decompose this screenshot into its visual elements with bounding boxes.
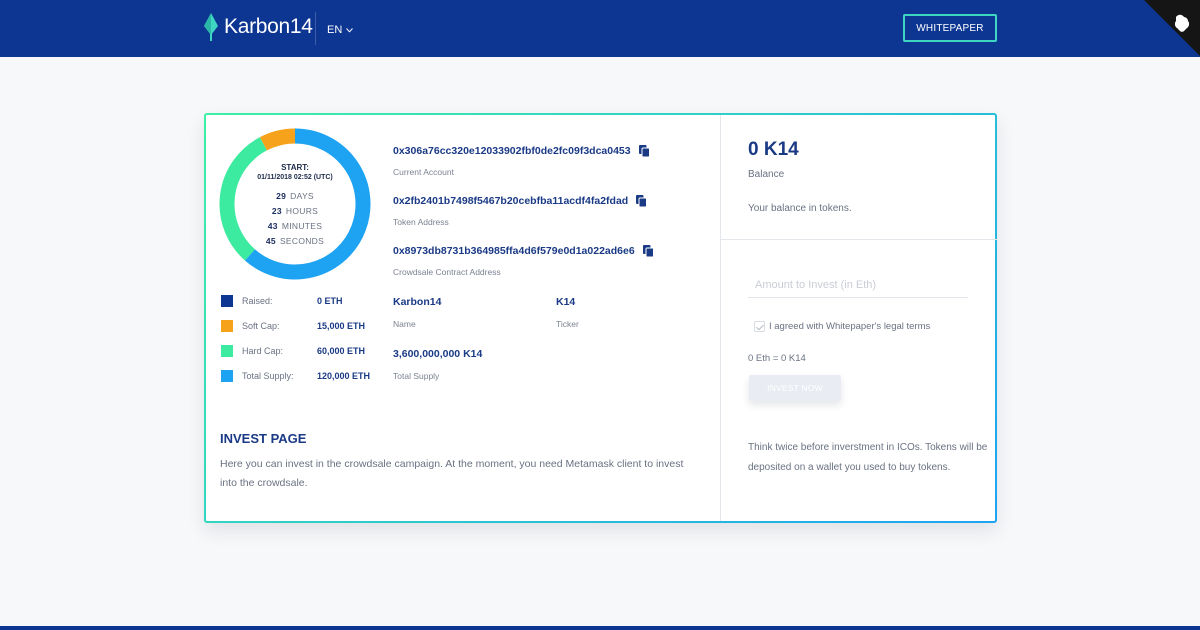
crowdsale-contract-caption: Crowdsale Contract Address <box>393 267 501 277</box>
token-name: Karbon14 <box>393 296 442 308</box>
invest-page-description: Here you can invest in the crowdsale cam… <box>220 458 684 489</box>
investment-warning: Think twice before inverstment in ICOs. … <box>748 442 988 473</box>
current-account-address: 0x306a76cc320e12033902fbf0de2fc09f3dca04… <box>393 145 650 157</box>
countdown-days: 29 DAYS <box>276 191 314 201</box>
top-navbar: Karbon14 EN WHITEPAPER <box>0 0 1200 57</box>
token-address: 0x2fb2401b7498f5467b20cebfba11acdf4fa2fd… <box>393 195 648 207</box>
countdown-minutes: 43 MINUTES <box>267 221 323 231</box>
address-text: 0x306a76cc320e12033902fbf0de2fc09f3dca04… <box>393 145 631 157</box>
copy-icon[interactable] <box>636 195 648 207</box>
token-address-caption: Token Address <box>393 217 449 227</box>
crowdsale-card: START: 01/11/2018 02:52 (UTC) 29 DAYS 23 H… <box>204 113 997 523</box>
row-divider <box>721 239 997 240</box>
countdown-start-label: START: <box>281 163 309 172</box>
language-selector[interactable]: EN <box>327 24 354 36</box>
column-divider <box>720 115 721 521</box>
footer-bar <box>0 626 1200 630</box>
countdown-hours: 23 HOURS <box>271 206 319 216</box>
address-text: 0x8973db8731b364985ffa4d6f579e0d1a022ad6… <box>393 245 635 257</box>
legend-raised: Raised: 0 ETH <box>221 295 381 307</box>
legend-label: Raised: <box>242 296 273 306</box>
legend-swatch <box>221 345 233 357</box>
copy-icon[interactable] <box>642 245 654 257</box>
agree-checkbox[interactable] <box>754 321 765 332</box>
countdown-timer: START: 01/11/2018 02:52 (UTC) 29 DAYS 23 H… <box>219 128 371 280</box>
token-ticker: K14 <box>556 296 576 308</box>
agree-label: I agreed with Whitepaper's legal terms <box>769 321 931 332</box>
legend-swatch <box>221 320 233 332</box>
legend-label: Hard Cap: <box>242 346 284 356</box>
legend-label: Soft Cap: <box>242 321 280 331</box>
legend-label: Total Supply: <box>242 371 294 381</box>
token-name-caption: Name <box>393 319 416 329</box>
legend-soft-cap: Soft Cap: 15,000 ETH <box>221 320 381 332</box>
balance-label: Balance <box>748 169 785 180</box>
legend-swatch <box>221 370 233 382</box>
whitepaper-button[interactable]: WHITEPAPER <box>903 14 997 42</box>
brand-name: Karbon14 <box>224 15 313 38</box>
language-label: EN <box>327 24 343 36</box>
github-corner-icon[interactable] <box>1144 0 1200 56</box>
token-ticker-caption: Ticker <box>556 319 579 329</box>
amount-input[interactable] <box>748 272 968 298</box>
legend-value: 0 ETH <box>317 296 343 306</box>
brand-logo[interactable]: Karbon14 <box>203 13 313 41</box>
navbar-divider <box>315 12 316 45</box>
balance-description: Your balance in tokens. <box>748 203 852 214</box>
address-text: 0x2fb2401b7498f5467b20cebfba11acdf4fa2fd… <box>393 195 629 207</box>
invest-now-button[interactable]: INVEST NOW <box>749 375 841 401</box>
chevron-down-icon <box>346 27 354 33</box>
crowdsale-contract-address: 0x8973db8731b364985ffa4d6f579e0d1a022ad6… <box>393 245 654 257</box>
countdown-start-date: 01/11/2018 02:52 (UTC) <box>257 174 333 181</box>
conversion-rate: 0 Eth = 0 K14 <box>748 353 806 364</box>
countdown-seconds: 45 SECONDS <box>265 236 325 246</box>
legend-value: 60,000 ETH <box>317 346 366 356</box>
legend-value: 120,000 ETH <box>317 371 371 381</box>
token-total-supply-caption: Total Supply <box>393 371 440 381</box>
legend-swatch <box>221 295 233 307</box>
leaf-logo-icon <box>204 13 218 41</box>
legend-total-supply: Total Supply: 120,000 ETH <box>221 370 381 382</box>
invest-page-title: INVEST PAGE <box>220 431 307 446</box>
legend-value: 15,000 ETH <box>317 321 366 331</box>
legal-terms-agreement[interactable]: I agreed with Whitepaper's legal terms <box>754 321 930 332</box>
copy-icon[interactable] <box>638 145 650 157</box>
legend-hard-cap: Hard Cap: 60,000 ETH <box>221 345 381 357</box>
balance-amount: 0 K14 <box>748 139 799 160</box>
current-account-caption: Current Account <box>393 167 454 177</box>
token-total-supply: 3,600,000,000 K14 <box>393 348 483 360</box>
